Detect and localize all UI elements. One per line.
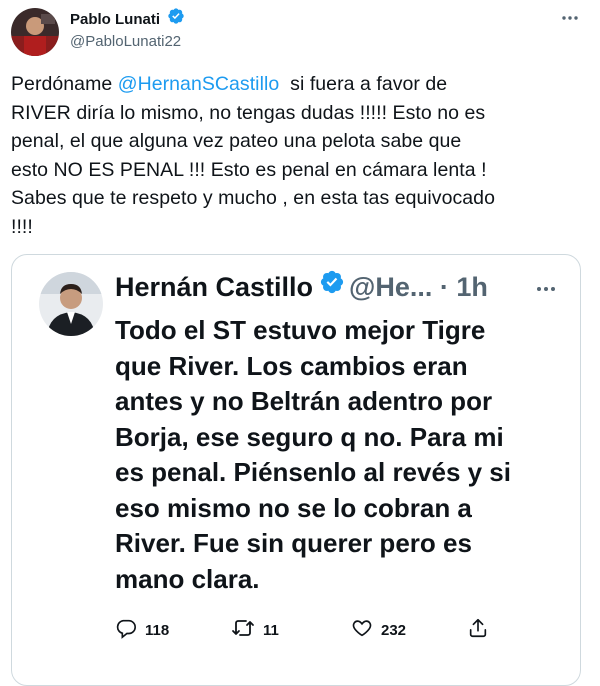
tweet-text-part: si fuera a favor de RIVER diría lo mismo… (11, 73, 495, 238)
retweet-icon (231, 617, 255, 644)
tweet[interactable]: Pablo Lunati @PabloLunati22 Perdóname @H… (0, 0, 600, 686)
reply-icon (115, 617, 137, 644)
quoted-author-avatar[interactable] (39, 272, 103, 336)
more-options-icon[interactable] (560, 8, 580, 28)
share-button[interactable] (467, 615, 489, 645)
verified-badge-icon (167, 7, 185, 30)
author-avatar[interactable] (11, 8, 59, 56)
reply-button[interactable]: 118 (115, 615, 169, 645)
verified-badge-icon (319, 268, 345, 304)
mention-link[interactable]: @HernanSCastillo (118, 73, 280, 95)
quoted-separator: · (432, 272, 457, 302)
heart-icon (351, 617, 373, 644)
quoted-tweet-card[interactable]: Hernán Castillo @He... · 1h Todo el ST e… (11, 254, 581, 686)
quoted-timestamp[interactable]: 1h (456, 272, 488, 302)
quoted-handle[interactable]: @He... (349, 272, 432, 302)
like-button[interactable]: 232 (351, 615, 406, 645)
quoted-tweet-text: Todo el ST estuvo mejor Tigre que River.… (115, 315, 511, 594)
reply-count: 118 (145, 621, 170, 639)
share-icon (467, 617, 489, 644)
tweet-text-part: Perdóname (11, 73, 118, 95)
quoted-action-bar: 118 11 232 (115, 615, 487, 645)
author-display-name[interactable]: Pablo Lunati (70, 10, 160, 30)
like-count: 232 (381, 621, 407, 639)
retweet-count: 11 (263, 621, 279, 639)
more-options-icon[interactable] (534, 277, 558, 301)
retweet-button[interactable]: 11 (231, 615, 279, 645)
author-handle[interactable]: @PabloLunati22 (70, 32, 185, 52)
quoted-display-name[interactable]: Hernán Castillo (115, 272, 313, 302)
tweet-text: Perdóname @HernanSCastillo si fuera a fa… (11, 70, 591, 241)
